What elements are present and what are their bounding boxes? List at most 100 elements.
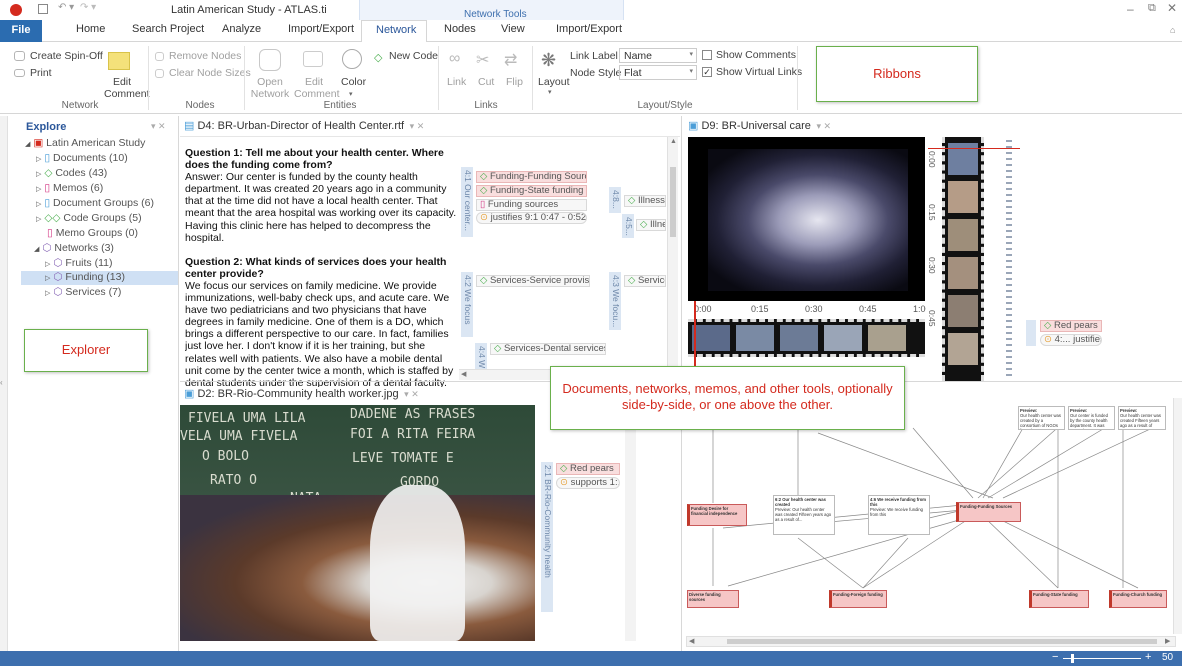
margin-bar-image[interactable]: 2:1 BR-Rio-Community health worker... [541, 462, 553, 612]
network-hscroll[interactable]: ◀ ▶ [686, 636, 1176, 647]
scroll-left-icon[interactable]: ◀ [461, 370, 466, 378]
code-state-funding[interactable]: ◇ Funding-State funding [476, 185, 587, 197]
show-virtual-links-checkbox[interactable]: ✓ [702, 67, 712, 77]
tab-close-icon[interactable]: ▾ ✕ [402, 389, 419, 399]
left-collapse-strip[interactable]: ‹ [0, 116, 8, 651]
edit-comment-entity-button[interactable]: Edit Comment [294, 76, 340, 100]
tree-item-network-fruits[interactable]: ▷ ⬡ Fruits (11) [45, 257, 112, 269]
code-funding-sources[interactable]: ◇ Funding-Funding Sources [476, 171, 587, 183]
link-button[interactable]: Link [447, 76, 466, 88]
tab-analyze[interactable]: Analyze [222, 23, 261, 35]
zoom-slider[interactable] [1063, 654, 1141, 663]
margin-bar-quote-5[interactable]: 4:5... [622, 214, 634, 238]
code-red-pears-video[interactable]: ◇ Red pears [1040, 320, 1102, 332]
tree-item-network-funding[interactable]: ▷ ⬡ Funding (13) [21, 271, 178, 285]
node-style-select[interactable]: Flat ▾ [619, 65, 697, 80]
tree-item-memos[interactable]: ▷ ▯ Memos (6) [36, 182, 103, 194]
margin-bar-video[interactable] [1026, 320, 1036, 346]
network-node[interactable]: Preview: Our health center was created by… [1018, 406, 1065, 430]
cut-button[interactable]: Cut [478, 76, 494, 88]
tree-item-codes[interactable]: ▷ ◇ Codes (43) [36, 167, 107, 179]
margin-bar-quote-2[interactable]: 4:2 We focus our services... [461, 272, 473, 337]
document-tab[interactable]: ▤ D4: BR-Urban-Director of Health Center… [184, 119, 679, 135]
tab-network[interactable]: Network [361, 20, 427, 43]
scroll-up-icon[interactable]: ▲ [670, 138, 677, 145]
edit-comment-button[interactable]: Edit Comment [104, 76, 150, 100]
tab-file[interactable]: File [0, 20, 42, 42]
remove-nodes-button[interactable]: Remove Nodes [169, 50, 241, 62]
scroll-right-icon[interactable]: ▶ [1165, 637, 1170, 645]
network-node[interactable]: Preview: Our health center was created Fi… [1118, 406, 1166, 430]
document-text[interactable]: Question 1: Tell me about your health ce… [185, 147, 457, 413]
margin-bar-quote-1[interactable]: 4:1 Our center... [461, 167, 473, 237]
link-label-select[interactable]: Name ▾ [619, 48, 697, 63]
pane-divider[interactable] [178, 116, 179, 651]
vertical-thumbnail-strip[interactable] [942, 137, 984, 381]
video-frame[interactable] [688, 137, 925, 301]
code-dental-services[interactable]: ◇ Services-Dental services [490, 343, 606, 355]
tab-import-export[interactable]: Import/Export [288, 23, 354, 35]
tree-item-document-groups[interactable]: ▷ ▯ Document Groups (6) [36, 197, 154, 209]
code-red-pears-image[interactable]: ◇ Red pears [556, 463, 620, 475]
network-node[interactable]: Preview: Our center is funded by the coun… [1068, 406, 1115, 430]
pane-options-icon[interactable]: ▾ ✕ [151, 121, 166, 132]
tab-close-icon[interactable]: ▾ ✕ [814, 121, 831, 131]
restore-icon[interactable]: ⧉ [1148, 2, 1156, 15]
tree-item-code-groups[interactable]: ▷ ◇◇ Code Groups (5) [36, 212, 142, 224]
thumbnail-strip[interactable] [688, 319, 925, 357]
flip-button[interactable]: Flip [506, 76, 523, 88]
clear-node-sizes-button[interactable]: Clear Node Sizes [169, 67, 251, 79]
tab-search-project[interactable]: Search Project [132, 23, 204, 35]
network-vscroll[interactable] [1173, 398, 1182, 634]
color-dropdown-icon[interactable]: ▾ [349, 90, 353, 98]
link-justifies[interactable]: ⊙ justifies 9:1 0:47 - 0:52 [476, 212, 587, 224]
network-node[interactable]: Funding-State funding [1029, 590, 1089, 608]
tree-item-documents[interactable]: ▷ ▯ Documents (10) [36, 152, 128, 164]
create-spinoff-button[interactable]: Create Spin-Off [30, 50, 103, 62]
memo-funding-sources[interactable]: ▯ Funding sources [476, 199, 587, 211]
tab-close-icon[interactable]: ▾ ✕ [407, 121, 425, 131]
network-node[interactable]: Funding Desire for financial independenc… [687, 504, 747, 526]
network-node[interactable]: Funding-Church funding [1109, 590, 1167, 608]
print-button[interactable]: Print [30, 67, 52, 79]
tab-import-export-network[interactable]: Import/Export [556, 23, 622, 35]
zoom-out-icon[interactable]: − [1052, 651, 1058, 663]
image-tab[interactable]: ▣ D2: BR-Rio-Community health worker.jpg… [184, 387, 484, 403]
network-canvas[interactable]: Preview: Our health center was created by… [683, 398, 1173, 634]
margin-bar-quote-4[interactable]: 4:4 W [475, 343, 487, 369]
save-icon[interactable] [38, 4, 48, 14]
margin-bar-quote-3[interactable]: 4:3 We focu... [609, 272, 621, 330]
new-code-button[interactable]: New Code [389, 50, 438, 62]
minimize-icon[interactable]: – [1127, 2, 1134, 16]
margin-bar-quote-8[interactable]: 4:8... [609, 187, 621, 213]
link-supports-image[interactable]: ⊙ supports 1:... [556, 477, 620, 489]
color-button[interactable]: Color [341, 76, 366, 88]
code-illness-2[interactable]: ◇ Illnes [636, 219, 666, 231]
timeline-ruler[interactable]: 0:00 0:15 0:30 0:45 1:00 [688, 301, 931, 319]
collapse-ribbon-icon[interactable]: ⌂ [1170, 25, 1175, 35]
tree-item-network-services[interactable]: ▷ ⬡ Services (7) [45, 286, 121, 298]
zoom-in-icon[interactable]: + [1145, 651, 1151, 663]
code-illness[interactable]: ◇ Illness [624, 195, 666, 207]
video-tab[interactable]: ▣ D9: BR-Universal care ▾ ✕ [688, 119, 988, 135]
network-node[interactable]: Funding-Foreign funding [829, 590, 887, 608]
scroll-thumb[interactable] [670, 167, 676, 237]
redo-icon[interactable]: ↷ ▾ [80, 2, 96, 13]
link-justifies-video[interactable]: ⊙ 4:... justifies [1040, 334, 1102, 346]
tab-nodes[interactable]: Nodes [444, 23, 476, 35]
tab-view[interactable]: View [501, 23, 525, 35]
network-node[interactable]: 4:6 We receive funding from this Preview:… [868, 495, 930, 535]
scroll-left-icon[interactable]: ◀ [689, 637, 694, 645]
network-node[interactable]: Diverse funding sources [687, 590, 739, 608]
undo-icon[interactable]: ↶ ▾ [58, 2, 74, 13]
zoom-slider-thumb[interactable] [1071, 654, 1074, 663]
image-scrollbar[interactable] [625, 405, 636, 641]
code-services[interactable]: ◇ Services [624, 275, 666, 287]
layout-button[interactable]: Layout [538, 76, 570, 88]
open-network-button[interactable]: Open Network [250, 76, 290, 100]
photo-community-health-worker[interactable]: FIVELA UMA LILA DADENE AS FRASES VELA UM… [180, 405, 535, 641]
scroll-thumb[interactable] [727, 639, 1157, 644]
network-node[interactable]: 6:2 Our health center was created Preview… [773, 495, 835, 535]
show-comments-checkbox[interactable] [702, 50, 712, 60]
close-icon[interactable]: ✕ [1167, 1, 1177, 15]
